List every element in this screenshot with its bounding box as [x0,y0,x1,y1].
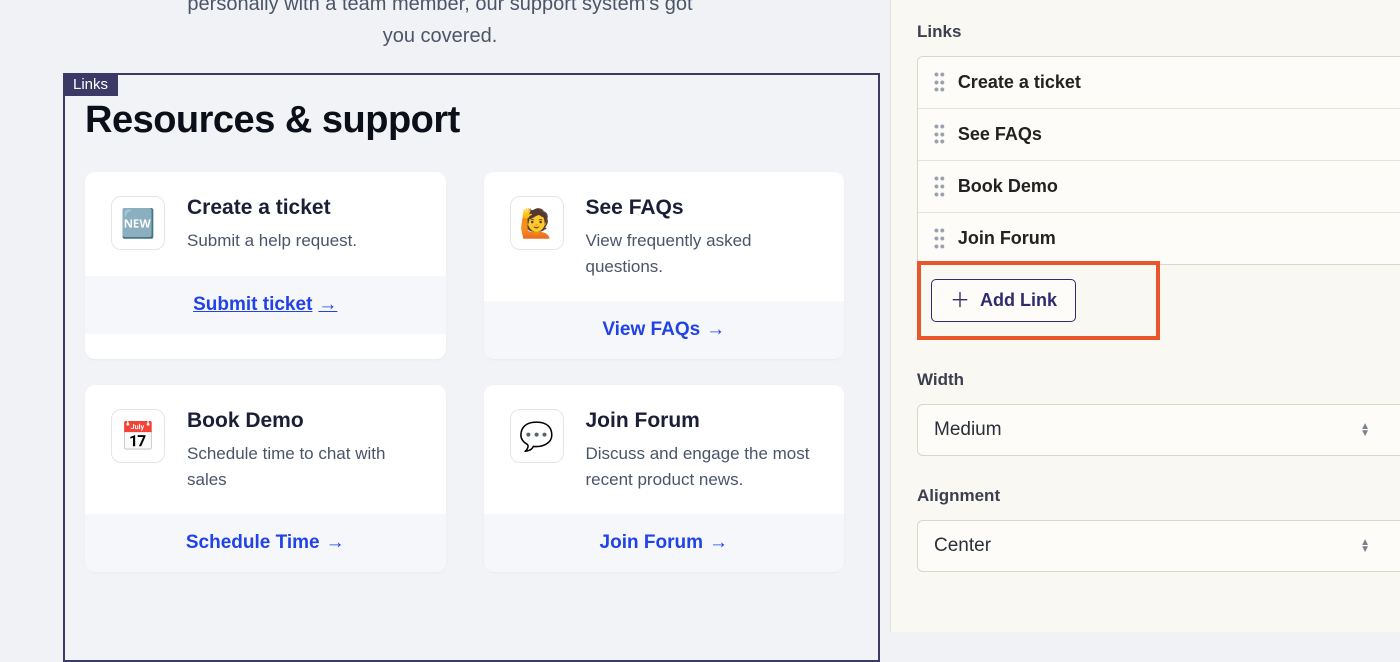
person-raising-hand-icon: 🙋 [510,196,564,250]
card-see-faqs[interactable]: 🙋 See FAQs View frequently asked questio… [484,172,845,359]
speech-bubble-icon: 💬 [510,409,564,463]
calendar-icon: 📅 [111,409,165,463]
card-desc: Schedule time to chat with sales [187,441,420,492]
intro-line-2: you covered. [383,25,498,47]
card-desc: Submit a help request. [187,228,420,254]
arrow-right-icon: → [318,294,337,316]
add-link-label: Add Link [980,290,1057,311]
add-link-button[interactable]: ＋ Add Link [931,279,1076,322]
preview-panel: Links Resources & support 🆕 Create a tic… [63,73,880,662]
links-label: Links [917,22,1400,42]
link-item-label: See FAQs [958,124,1042,145]
card-desc: View frequently asked questions. [586,228,819,279]
card-action-schedule-time[interactable]: Schedule Time → [186,532,345,554]
width-label: Width [917,370,1400,390]
link-item-label: Join Forum [958,228,1056,249]
alignment-label: Alignment [917,486,1400,506]
link-item-join-forum[interactable]: •••••• Join Forum [918,213,1400,264]
intro-line-1: personally with a team member, our suppo… [187,0,692,15]
width-group: Width Medium ▲▼ [917,370,1400,456]
card-create-ticket[interactable]: 🆕 Create a ticket Submit a help request.… [85,172,446,359]
settings-sidebar: Links •••••• Create a ticket •••••• See … [890,0,1400,632]
chevron-up-down-icon: ▲▼ [1360,424,1370,436]
width-value: Medium [934,419,1002,441]
card-join-forum[interactable]: 💬 Join Forum Discuss and engage the most… [484,385,845,572]
arrow-right-icon: → [709,532,728,554]
drag-handle-icon[interactable]: •••••• [934,227,946,250]
intro-text: personally with a team member, our suppo… [0,0,880,52]
drag-handle-icon[interactable]: •••••• [934,123,946,146]
link-item-label: Create a ticket [958,72,1081,93]
highlight-annotation: ＋ Add Link [917,261,1160,340]
link-item-label: Book Demo [958,176,1058,197]
width-select[interactable]: Medium ▲▼ [917,404,1400,456]
card-action-submit-ticket[interactable]: Submit ticket → [193,294,337,316]
drag-handle-icon[interactable]: •••••• [934,71,946,94]
link-item-create-ticket[interactable]: •••••• Create a ticket [918,57,1400,109]
alignment-value: Center [934,535,991,557]
card-title: Book Demo [187,409,420,433]
chevron-up-down-icon: ▲▼ [1360,540,1370,552]
card-title: See FAQs [586,196,819,220]
card-action-view-faqs[interactable]: View FAQs → [602,319,725,341]
link-item-see-faqs[interactable]: •••••• See FAQs [918,109,1400,161]
link-item-book-demo[interactable]: •••••• Book Demo [918,161,1400,213]
card-book-demo[interactable]: 📅 Book Demo Schedule time to chat with s… [85,385,446,572]
section-title: Resources & support [85,99,844,142]
block-tag-label: Links [63,73,118,96]
card-title: Create a ticket [187,196,420,220]
alignment-select[interactable]: Center ▲▼ [917,520,1400,572]
card-desc: Discuss and engage the most recent produ… [586,441,819,492]
arrow-right-icon: → [706,319,725,341]
drag-handle-icon[interactable]: •••••• [934,175,946,198]
plus-icon: ＋ [950,291,970,311]
arrow-right-icon: → [326,532,345,554]
new-icon: 🆕 [111,196,165,250]
alignment-group: Alignment Center ▲▼ [917,486,1400,572]
card-action-join-forum[interactable]: Join Forum → [600,532,728,554]
links-list: •••••• Create a ticket •••••• See FAQs •… [917,56,1400,265]
card-title: Join Forum [586,409,819,433]
cards-grid: 🆕 Create a ticket Submit a help request.… [85,172,844,572]
